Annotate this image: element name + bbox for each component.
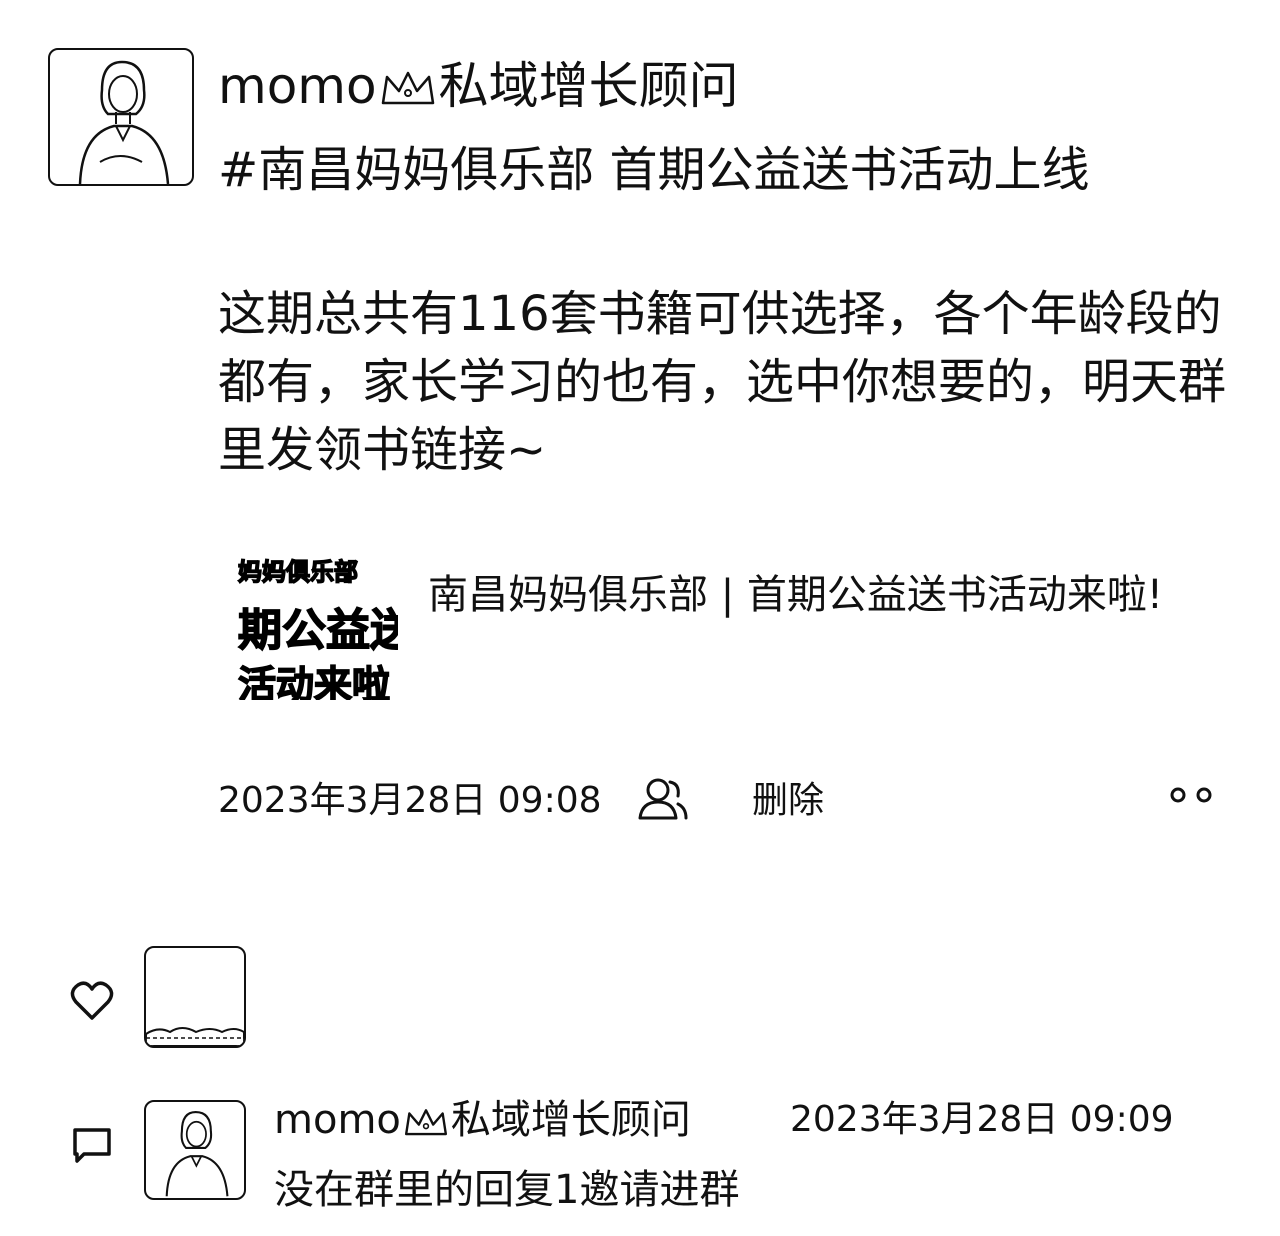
link-thumbnail[interactable]: 妈妈俱乐部 期公益送 活动来啦 [236,546,398,700]
person-portrait-icon [165,1111,229,1197]
post-content: 这期总共有116套书籍可供选择，各个年龄段的都有，家长学习的也有，选中你想要的，… [218,286,1227,478]
thumbnail-text: 期公益送 [237,604,398,657]
post-timestamp: 2023年3月28日 09:08 [218,780,602,821]
commenter-avatar[interactable] [144,1100,246,1200]
comment-text[interactable]: 没在群里的回复1邀请进群 [274,1162,739,1218]
thumbnail-text: 妈妈俱乐部 [237,557,359,587]
author-title: 私域增长顾问 [438,57,739,115]
author-name: momo [274,1097,401,1143]
liker-avatar[interactable] [144,946,246,1048]
author-name: momo [218,57,377,115]
person-portrait-icon [78,60,170,184]
landscape-image-icon [146,1027,244,1046]
crown-emoji-icon [381,71,434,105]
post-hashtag-line[interactable]: #南昌妈妈俱乐部 首期公益送书活动上线 [218,136,1248,204]
post-author-name[interactable]: momo 私域增长顾问 [218,56,739,116]
delete-button[interactable]: 删除 [752,776,824,826]
heart-icon [70,980,114,1022]
two-dots-icon [1170,787,1212,803]
two-people-icon[interactable] [636,776,690,824]
link-title[interactable]: 南昌妈妈俱乐部 | 首期公益送书活动来啦! [428,566,1208,624]
author-title: 私域增长顾问 [450,1097,691,1143]
comment-bubble-icon [70,1124,114,1166]
more-options-button[interactable] [1166,784,1216,806]
comment-timestamp: 2023年3月28日 09:09 [790,1099,1174,1140]
author-avatar[interactable] [48,48,194,186]
crown-emoji-icon [404,1109,447,1136]
comment-author-name[interactable]: momo 私域增长顾问 [274,1094,691,1146]
thumbnail-text: 活动来啦 [237,662,391,700]
